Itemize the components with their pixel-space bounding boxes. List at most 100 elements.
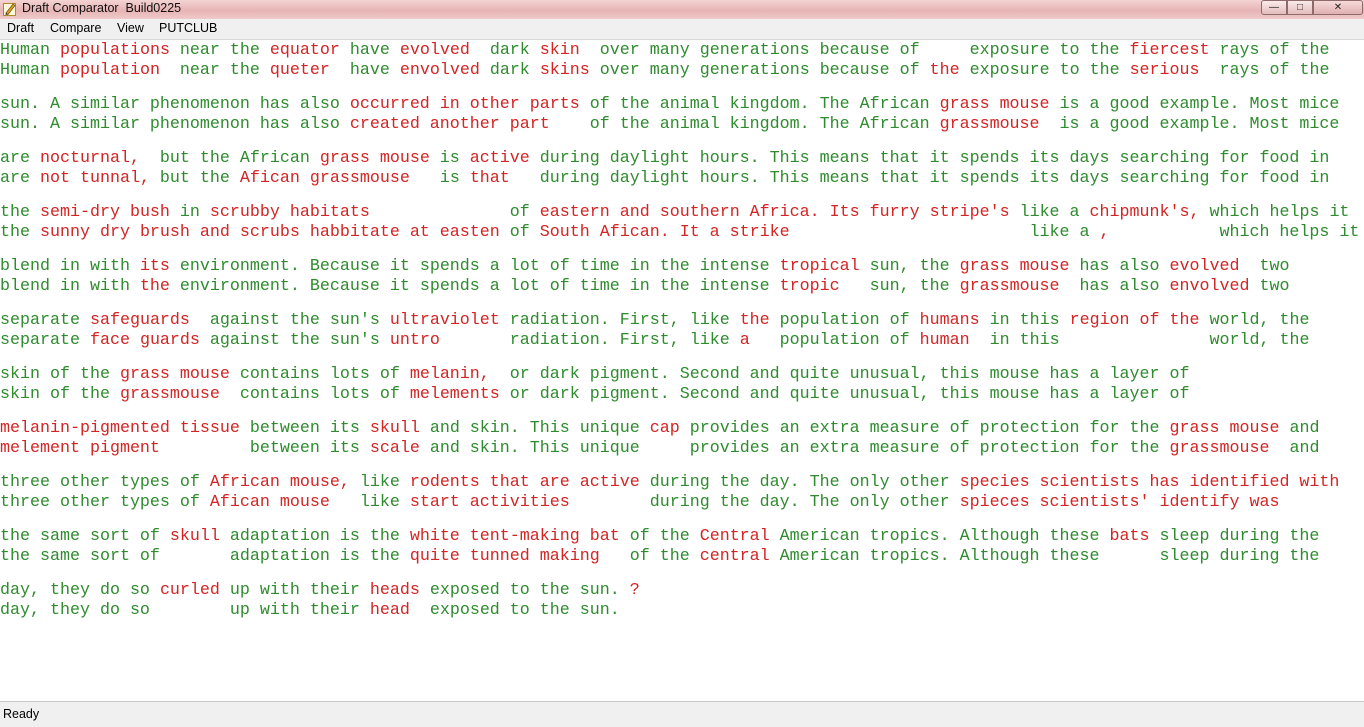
match-segment: rays of the <box>1209 41 1330 60</box>
mismatch-segment: active <box>469 149 530 168</box>
match-segment: blend in with <box>0 277 140 296</box>
draft-line: three other types of Afican mouse like s… <box>0 493 1279 513</box>
mismatch-segment: ? <box>629 581 640 600</box>
match-segment: day, they do so <box>0 581 160 600</box>
mismatch-segment: grass mouse <box>1169 419 1280 438</box>
original-line: blend in with its environment. Because i… <box>0 257 1289 277</box>
mismatch-segment: the <box>139 277 170 296</box>
minimize-button[interactable]: — <box>1261 0 1287 15</box>
menu-putclub[interactable]: PUTCLUB <box>159 21 217 35</box>
match-segment: radiation. First, like <box>499 331 740 350</box>
match-segment: like a <box>1019 223 1100 242</box>
close-icon: ✕ <box>1333 1 1343 13</box>
menu-view[interactable]: View <box>117 21 144 35</box>
mismatch-segment: ultraviolet <box>389 311 500 330</box>
match-segment: and <box>1279 419 1320 438</box>
mismatch-segment: serious <box>1129 61 1210 80</box>
match-segment: sleep during the <box>1149 527 1320 546</box>
mismatch-segment: quite tunned making <box>409 547 620 566</box>
mismatch-segment: grass mouse <box>119 365 230 384</box>
mismatch-segment: curled <box>159 581 220 600</box>
mismatch-segment: population <box>59 61 170 80</box>
mismatch-segment: humans <box>919 311 980 330</box>
match-segment: the same sort of <box>0 527 170 546</box>
match-segment: have <box>329 61 400 80</box>
match-segment: sun. A similar phenomenon has also <box>0 115 350 134</box>
maximize-icon: □ <box>1296 1 1304 13</box>
status-bar: Ready <box>0 701 1364 727</box>
mismatch-segment: central <box>699 547 770 566</box>
match-segment: between its <box>239 419 370 438</box>
mismatch-segment: created another part <box>349 115 580 134</box>
maximize-button[interactable]: □ <box>1287 0 1313 15</box>
mismatch-segment: melement pigment <box>0 439 240 458</box>
match-segment: radiation. First, like <box>499 311 740 330</box>
match-segment: in <box>169 203 210 222</box>
match-segment: environment. Because it spends a lot of … <box>169 277 780 296</box>
comparison-text-area[interactable]: Human populations near the equator have … <box>0 40 1364 701</box>
mismatch-segment <box>1110 547 1150 566</box>
match-segment: which helps it <box>1199 203 1350 222</box>
mismatch-segment: species scientists has identified with <box>959 473 1340 492</box>
menu-draft[interactable]: Draft <box>7 21 34 35</box>
match-segment: provides an extra measure of protection … <box>679 439 1170 458</box>
mismatch-segment: fiercest <box>1129 41 1210 60</box>
match-segment: near the <box>169 61 270 80</box>
mismatch-segment: grassmouse <box>1169 439 1280 458</box>
mismatch-segment: semi-dry bush <box>39 203 170 222</box>
match-segment: of <box>499 203 540 222</box>
mismatch-segment: skull <box>169 527 220 546</box>
mismatch-segment: a <box>739 331 770 350</box>
close-button[interactable]: ✕ <box>1313 0 1363 15</box>
match-segment: like <box>349 493 410 512</box>
menu-bar: Draft Compare View PUTCLUB <box>0 19 1364 40</box>
mismatch-segment: not tunnal, <box>39 169 150 188</box>
mismatch-segment: skull <box>369 419 420 438</box>
mismatch-segment: tropic <box>779 277 860 296</box>
title-bar: Draft Comparator Build0225 — □ ✕ <box>0 0 1364 20</box>
match-segment: over many generations because of exposur… <box>579 41 1130 60</box>
match-segment: American tropics. Although these <box>769 547 1110 566</box>
match-segment: rays of the <box>1209 61 1330 80</box>
match-segment: near the <box>169 41 270 60</box>
mismatch-segment: melements <box>409 385 500 404</box>
match-segment: but the African <box>149 149 320 168</box>
original-line: sun. A similar phenomenon has also occur… <box>0 95 1339 115</box>
match-segment: separate <box>0 311 90 330</box>
mismatch-segment: start activities <box>409 493 640 512</box>
match-segment: is <box>419 169 470 188</box>
match-segment: population of <box>769 331 920 350</box>
match-segment: is a good example. Most mice <box>1049 95 1340 114</box>
menu-compare[interactable]: Compare <box>50 21 101 35</box>
match-segment: or dark pigment. Second and quite unusua… <box>499 385 1190 404</box>
mismatch-segment: scrubby habitats <box>209 203 500 222</box>
mismatch-segment: heads <box>369 581 420 600</box>
match-segment: like <box>349 473 410 492</box>
original-line: are nocturnal, but the African grass mou… <box>0 149 1329 169</box>
mismatch-segment: the <box>739 311 770 330</box>
match-segment: has also <box>1069 257 1170 276</box>
match-segment: against the sun's <box>199 331 390 350</box>
match-segment: dark <box>479 61 540 80</box>
match-segment: the <box>0 203 40 222</box>
mismatch-segment: grass mouse <box>959 257 1070 276</box>
mismatch-segment: its <box>139 257 170 276</box>
mismatch-segment: queter <box>269 61 330 80</box>
status-text: Ready <box>3 707 40 721</box>
mismatch-segment: Afican mouse <box>209 493 350 512</box>
match-segment: two <box>1249 257 1290 276</box>
match-segment: skin of the <box>0 385 120 404</box>
mismatch-segment: melanin, <box>409 365 500 384</box>
mismatch-segment: evolved <box>1169 257 1250 276</box>
match-segment: sun. A similar phenomenon has also <box>0 95 350 114</box>
mismatch-segment: envolved <box>399 61 480 80</box>
draft-line: the same sort of adaptation is the quite… <box>0 547 1319 567</box>
match-segment: and skin. This unique <box>419 419 650 438</box>
mismatch-segment: that <box>469 169 530 188</box>
mismatch-segment: safeguards <box>89 311 200 330</box>
draft-line: day, they do so up with their head expos… <box>0 601 620 621</box>
match-segment: of the animal kingdom. The African <box>579 95 940 114</box>
match-segment: the same sort of <box>0 547 170 566</box>
match-segment: which helps it <box>1209 223 1360 242</box>
mismatch-segment: spieces scientists' identify was <box>959 493 1280 512</box>
